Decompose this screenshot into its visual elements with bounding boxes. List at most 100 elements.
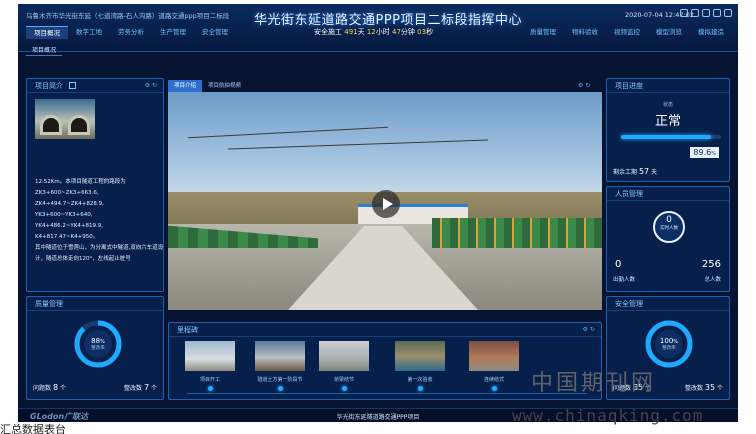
intro-panel-header: 项目简介 ⚙ ↻ xyxy=(27,79,163,93)
nav-item-safety[interactable]: 安全管理 xyxy=(194,26,236,39)
quality-title: 质量管理 xyxy=(35,300,63,308)
realtime-value: 0 xyxy=(666,215,672,225)
progress-percent-unit: % xyxy=(711,151,716,157)
safe-hours: 12 xyxy=(366,28,376,36)
intro-title: 项目简介 xyxy=(35,82,63,90)
progress-bar xyxy=(621,135,721,139)
milestones-panel-header: 里程碑 ⚙ ↻ xyxy=(169,323,601,337)
milestone-dot xyxy=(277,386,283,391)
safety-rate-label: 整改率 xyxy=(662,346,676,351)
nav-item-model[interactable]: 模型浏览 xyxy=(648,26,690,39)
nav-item-production[interactable]: 生产管理 xyxy=(152,26,194,39)
nav-item-quality[interactable]: 质量管理 xyxy=(522,26,564,39)
refresh-icon[interactable]: ⚙ ↻ xyxy=(145,79,157,93)
video-tabs: 项目介绍 项目航拍视频 xyxy=(168,80,247,92)
safety-panel-header: 安全管理 xyxy=(607,297,729,311)
total-label: 总人数 xyxy=(704,277,721,283)
nav-item-video[interactable]: 视频监控 xyxy=(606,26,648,39)
safe-days: 491 xyxy=(344,28,358,36)
quality-fixed-value: 7 xyxy=(143,383,150,392)
quality-fixed: 整改数 7 个 xyxy=(124,383,157,392)
user-icon[interactable] xyxy=(724,9,732,17)
remaining-label: 剩余工期 xyxy=(613,169,638,176)
tab-aerial-video[interactable]: 项目航拍视频 xyxy=(202,80,247,92)
safety-fixed-label: 整改数 xyxy=(684,385,703,392)
quality-issues-unit: 个 xyxy=(59,385,66,392)
milestone-item[interactable]: 连续结式 xyxy=(469,341,519,391)
nav-item-digital-site[interactable]: 数字工地 xyxy=(68,26,110,39)
milestones-settings-icon[interactable]: ⚙ ↻ xyxy=(583,323,595,337)
remaining-unit: 天 xyxy=(651,169,658,176)
top-icon-group xyxy=(680,9,732,17)
milestone-photo xyxy=(255,341,305,371)
quality-fixed-label: 整改数 xyxy=(124,385,143,392)
tunnel-left-portal xyxy=(40,115,62,135)
milestones-title: 里程碑 xyxy=(177,326,198,334)
attendance-label: 出勤人数 xyxy=(613,277,636,283)
milestone-photo xyxy=(185,341,235,371)
edit-icon[interactable] xyxy=(69,82,77,89)
safe-minutes-unit: 分钟 xyxy=(400,28,415,36)
page-title: 华光街东延道路交通PPP项目二标段指挥中心 xyxy=(254,13,523,28)
help-icon[interactable] xyxy=(713,9,721,17)
progress-panel-header: 项目进度 xyxy=(607,79,729,93)
quality-panel-header: 质量管理 xyxy=(27,297,163,311)
remaining-value: 57 xyxy=(638,167,650,176)
milestone-photo xyxy=(469,341,519,371)
monitor-icon[interactable] xyxy=(691,9,699,17)
milestone-label: 隧道土方第一阶段节 xyxy=(257,377,303,383)
milestone-label: 第一次验收 xyxy=(407,377,433,383)
safety-fixed-unit: 个 xyxy=(716,385,723,392)
personnel-title: 人员管理 xyxy=(615,190,643,198)
quality-gauge-text: 88% 整改率 xyxy=(73,337,123,351)
milestone-item[interactable]: 桥梁结节 xyxy=(319,341,369,391)
safe-construction-counter: 安全施工 491天 12小时 47分钟 03秒 xyxy=(314,27,433,37)
nav-item-labor[interactable]: 劳务分析 xyxy=(110,26,152,39)
safety-gauge-text: 100% 整改率 xyxy=(644,337,694,351)
milestone-dot xyxy=(341,386,347,391)
milestone-item[interactable]: 第一次验收 xyxy=(395,341,445,391)
grid-icon[interactable] xyxy=(680,9,688,17)
safety-rate: 100 xyxy=(659,337,674,345)
tunnel-right-portal xyxy=(68,115,90,135)
safe-prefix: 安全施工 xyxy=(314,28,342,36)
quality-issues: 问题数 8 个 xyxy=(33,383,66,392)
project-video[interactable] xyxy=(168,92,602,310)
site-wall-right xyxy=(432,218,602,248)
play-icon[interactable] xyxy=(372,190,400,218)
watermark-url: www.chinaqking.com xyxy=(512,406,704,425)
milestone-label: 项目开工 xyxy=(199,377,220,383)
milestone-item[interactable]: 隧道土方第一阶段节 xyxy=(255,341,305,391)
settings-icon[interactable] xyxy=(702,9,710,17)
safety-title: 安全管理 xyxy=(615,300,643,308)
milestone-label: 连续结式 xyxy=(483,377,504,383)
safe-seconds-unit: 秒 xyxy=(426,28,434,36)
intro-panel: 项目简介 ⚙ ↻ 12.52Km。本项目隧道工程的路段为ZK3+600~ZK3+… xyxy=(26,78,164,292)
progress-title: 项目进度 xyxy=(615,82,643,90)
nav-item-simulation[interactable]: 模拟建造 xyxy=(690,26,732,39)
progress-percent: 89.6% xyxy=(690,147,719,158)
personnel-panel: 人员管理 0 实时人数 0 出勤人数 256 总人数 xyxy=(606,186,730,292)
milestone-photo xyxy=(319,341,369,371)
quality-fixed-unit: 个 xyxy=(150,385,157,392)
quality-rate: 88 xyxy=(91,337,101,345)
nav-item-overview[interactable]: 项目概况 xyxy=(26,26,68,39)
breadcrumb[interactable]: 项目概况 xyxy=(26,44,63,56)
progress-percent-value: 89.6 xyxy=(693,148,712,157)
safe-days-unit: 天 xyxy=(357,28,365,36)
attendance-value: 0 xyxy=(615,259,622,270)
quality-panel: 质量管理 88% 整改率 问题数 8 个 整改数 7 个 xyxy=(26,296,164,400)
milestone-photo xyxy=(395,341,445,371)
milestone-dot xyxy=(491,386,497,391)
milestone-item[interactable]: 项目开工 xyxy=(185,341,235,391)
page-caption: 汇总数据表台 xyxy=(0,423,66,434)
nav-left: 项目概况 数字工地 劳务分析 生产管理 安全管理 xyxy=(26,26,236,39)
intro-text: 12.52Km。本项目隧道工程的路段为ZK3+600~ZK3+663.6, ZK… xyxy=(35,179,164,262)
progress-bar-fill xyxy=(621,135,711,139)
realtime-gauge-text: 0 实时人数 xyxy=(651,215,687,231)
nav-item-material[interactable]: 物料验收 xyxy=(564,26,606,39)
status-label: 状态 xyxy=(662,102,673,108)
tab-project-intro[interactable]: 项目介绍 xyxy=(168,80,203,92)
safe-hours-unit: 小时 xyxy=(375,28,390,36)
nav-right: 质量管理 物料验收 视频监控 模型浏览 模拟建造 xyxy=(522,26,732,39)
